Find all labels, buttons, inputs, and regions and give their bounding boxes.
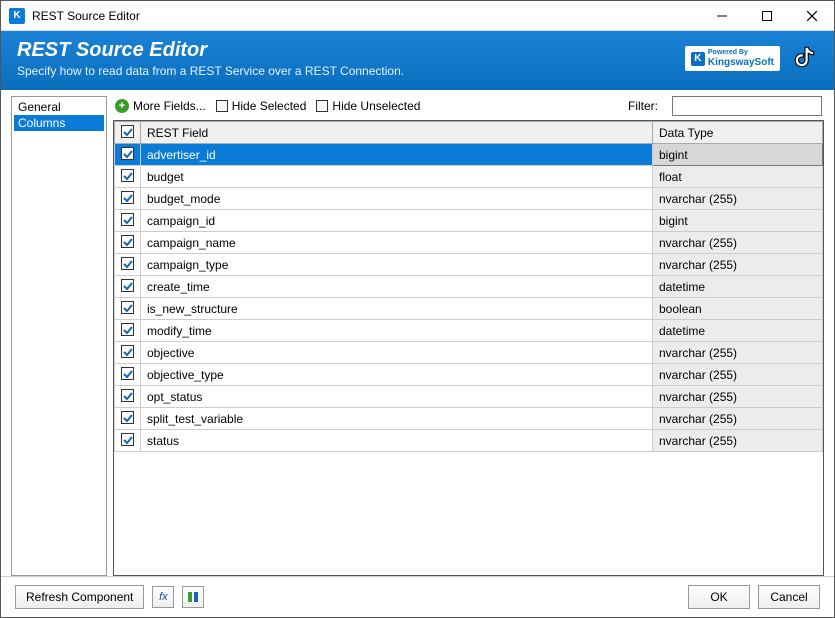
- hide-selected-checkbox[interactable]: Hide Selected: [216, 99, 307, 113]
- table-row[interactable]: modify_timedatetime: [115, 320, 823, 342]
- field-cell: campaign_name: [141, 232, 653, 254]
- row-checkbox[interactable]: [121, 191, 134, 204]
- minimize-button[interactable]: [699, 1, 744, 31]
- hide-unselected-checkbox[interactable]: Hide Unselected: [316, 99, 420, 113]
- header-subtitle: Specify how to read data from a REST Ser…: [17, 64, 685, 78]
- field-cell: create_time: [141, 276, 653, 298]
- field-cell: advertiser_id: [141, 144, 653, 166]
- type-cell[interactable]: float: [653, 166, 823, 188]
- row-checkbox[interactable]: [121, 213, 134, 226]
- type-cell[interactable]: nvarchar (255): [653, 364, 823, 386]
- footer: Refresh Component fx OK Cancel: [1, 576, 834, 617]
- type-cell[interactable]: nvarchar (255): [653, 342, 823, 364]
- table-row[interactable]: statusnvarchar (255): [115, 430, 823, 452]
- type-cell[interactable]: nvarchar (255): [653, 254, 823, 276]
- row-checkbox[interactable]: [121, 433, 134, 446]
- type-cell[interactable]: nvarchar (255): [653, 430, 823, 452]
- ok-button[interactable]: OK: [688, 585, 750, 609]
- hide-selected-label: Hide Selected: [232, 99, 307, 113]
- table-header-row: REST Field Data Type: [115, 122, 823, 144]
- sidebar-item-columns[interactable]: Columns: [14, 115, 104, 131]
- maximize-button[interactable]: [744, 1, 789, 31]
- row-checkbox[interactable]: [121, 169, 134, 182]
- table-toolbar: + More Fields... Hide Selected Hide Unse…: [113, 96, 824, 120]
- content: + More Fields... Hide Selected Hide Unse…: [113, 96, 824, 576]
- field-cell: split_test_variable: [141, 408, 653, 430]
- kingswaysoft-logo: K Powered By KingswaySoft: [685, 46, 780, 71]
- expression-button[interactable]: fx: [152, 586, 174, 608]
- field-cell: budget: [141, 166, 653, 188]
- more-fields-button[interactable]: + More Fields...: [115, 99, 206, 113]
- table-row[interactable]: budgetfloat: [115, 166, 823, 188]
- field-cell: is_new_structure: [141, 298, 653, 320]
- type-cell[interactable]: nvarchar (255): [653, 232, 823, 254]
- close-button[interactable]: [789, 1, 834, 31]
- field-cell: campaign_id: [141, 210, 653, 232]
- select-all-checkbox[interactable]: [121, 125, 134, 138]
- header-title: REST Source Editor: [17, 39, 685, 62]
- table-row[interactable]: split_test_variablenvarchar (255): [115, 408, 823, 430]
- more-fields-label: More Fields...: [133, 99, 206, 113]
- table-row[interactable]: is_new_structureboolean: [115, 298, 823, 320]
- row-checkbox[interactable]: [121, 147, 134, 160]
- row-checkbox[interactable]: [121, 301, 134, 314]
- table-row[interactable]: campaign_typenvarchar (255): [115, 254, 823, 276]
- checkbox-icon: [316, 100, 328, 112]
- header: REST Source Editor Specify how to read d…: [1, 31, 834, 90]
- header-type[interactable]: Data Type: [653, 122, 823, 144]
- filter-input[interactable]: [672, 96, 822, 116]
- table-row[interactable]: campaign_idbigint: [115, 210, 823, 232]
- sidebar-item-general[interactable]: General: [14, 99, 104, 115]
- columns-table: REST Field Data Type advertiser_idbigint…: [113, 120, 824, 576]
- table-row[interactable]: objective_typenvarchar (255): [115, 364, 823, 386]
- mapping-button[interactable]: [182, 586, 204, 608]
- cancel-button[interactable]: Cancel: [758, 585, 820, 609]
- row-checkbox[interactable]: [121, 257, 134, 270]
- row-checkbox[interactable]: [121, 367, 134, 380]
- type-cell[interactable]: datetime: [653, 276, 823, 298]
- type-cell[interactable]: boolean: [653, 298, 823, 320]
- field-cell: status: [141, 430, 653, 452]
- type-cell[interactable]: nvarchar (255): [653, 188, 823, 210]
- row-checkbox[interactable]: [121, 235, 134, 248]
- table-row[interactable]: campaign_namenvarchar (255): [115, 232, 823, 254]
- filter-label: Filter:: [628, 99, 658, 113]
- type-cell[interactable]: datetime: [653, 320, 823, 342]
- field-cell: objective: [141, 342, 653, 364]
- app-icon: K: [9, 8, 25, 24]
- table-row[interactable]: objectivenvarchar (255): [115, 342, 823, 364]
- type-cell[interactable]: nvarchar (255): [653, 408, 823, 430]
- checkbox-icon: [216, 100, 228, 112]
- table-row[interactable]: create_timedatetime: [115, 276, 823, 298]
- type-cell[interactable]: bigint: [653, 144, 823, 166]
- field-cell: objective_type: [141, 364, 653, 386]
- table-row[interactable]: opt_statusnvarchar (255): [115, 386, 823, 408]
- row-checkbox[interactable]: [121, 411, 134, 424]
- type-cell[interactable]: nvarchar (255): [653, 386, 823, 408]
- window-title: REST Source Editor: [32, 9, 699, 23]
- field-cell: opt_status: [141, 386, 653, 408]
- hide-unselected-label: Hide Unselected: [332, 99, 420, 113]
- field-cell: campaign_type: [141, 254, 653, 276]
- refresh-component-button[interactable]: Refresh Component: [15, 585, 144, 609]
- row-checkbox[interactable]: [121, 323, 134, 336]
- field-cell: budget_mode: [141, 188, 653, 210]
- field-cell: modify_time: [141, 320, 653, 342]
- tiktok-icon: [792, 44, 818, 73]
- sidebar: GeneralColumns: [11, 96, 107, 576]
- row-checkbox[interactable]: [121, 389, 134, 402]
- row-checkbox[interactable]: [121, 345, 134, 358]
- table-row[interactable]: advertiser_idbigint: [115, 144, 823, 166]
- main: GeneralColumns + More Fields... Hide Sel…: [1, 90, 834, 576]
- plus-icon: +: [115, 99, 129, 113]
- type-cell[interactable]: bigint: [653, 210, 823, 232]
- table-row[interactable]: budget_modenvarchar (255): [115, 188, 823, 210]
- row-checkbox[interactable]: [121, 279, 134, 292]
- header-field[interactable]: REST Field: [141, 122, 653, 144]
- titlebar: K REST Source Editor: [1, 1, 834, 31]
- header-checkbox-cell: [115, 122, 141, 144]
